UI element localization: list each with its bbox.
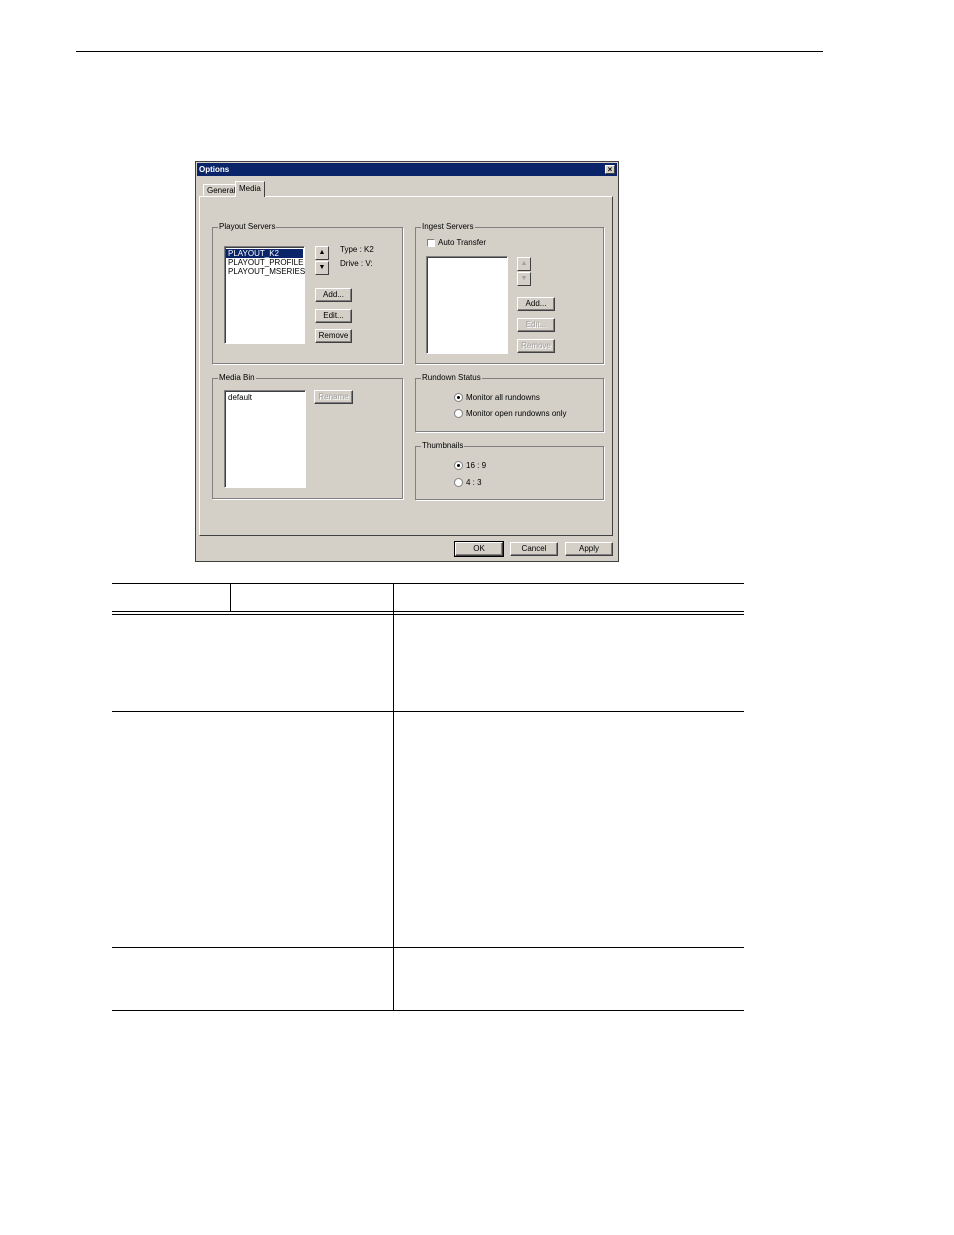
ingest-edit-button[interactable]: Edit...: [517, 318, 555, 332]
monitor-open-label: Monitor open rundowns only: [466, 409, 567, 418]
server-type-text: Type : K2: [340, 245, 374, 254]
move-down-icon[interactable]: ▼: [315, 261, 329, 275]
rename-button[interactable]: Rename: [314, 390, 353, 404]
auto-transfer-label: Auto Transfer: [438, 238, 487, 247]
table-header-rule: [112, 611, 744, 612]
tab-media[interactable]: Media: [235, 181, 265, 197]
aspect-16-9-label: 16 : 9: [466, 461, 487, 470]
thumbnails-legend: Thumbnails: [421, 441, 465, 451]
page-top-rule: [76, 51, 823, 52]
table-top-rule: [112, 583, 744, 584]
monitor-all-label: Monitor all rundowns: [466, 393, 540, 402]
server-drive-text: Drive : V:: [340, 259, 373, 268]
dialog-titlebar: Options ×: [197, 163, 617, 176]
playout-edit-button[interactable]: Edit...: [315, 309, 352, 323]
close-icon[interactable]: ×: [605, 165, 615, 174]
auto-transfer-checkbox[interactable]: [427, 239, 435, 247]
ingest-servers-legend: Ingest Servers: [421, 222, 475, 232]
tab-general[interactable]: General: [203, 184, 240, 196]
playout-servers-list[interactable]: PLAYOUT_K2 PLAYOUT_PROFILE PLAYOUT_MSERI…: [224, 246, 305, 344]
rundown-status-group: Rundown Status Monitor all rundowns Moni…: [415, 373, 604, 432]
ingest-add-button[interactable]: Add...: [517, 297, 555, 311]
dialog-title: Options: [199, 165, 230, 174]
monitor-open-radio[interactable]: [454, 409, 463, 418]
apply-button[interactable]: Apply: [565, 542, 613, 556]
table-header-rule: [112, 614, 744, 615]
table-row-rule: [112, 947, 744, 948]
options-dialog: Options × General Media Playout Servers …: [195, 161, 619, 562]
move-up-icon[interactable]: ▲: [517, 257, 531, 271]
list-item[interactable]: default: [226, 393, 304, 402]
ingest-remove-button[interactable]: Remove: [517, 339, 555, 353]
aspect-4-3-label: 4 : 3: [466, 478, 482, 487]
media-bin-legend: Media Bin: [218, 373, 256, 383]
cancel-button[interactable]: Cancel: [510, 542, 558, 556]
move-down-icon[interactable]: ▼: [517, 272, 531, 286]
thumbnails-group: Thumbnails 16 : 9 4 : 3: [415, 441, 604, 500]
media-bin-list[interactable]: default: [224, 390, 306, 488]
list-item[interactable]: PLAYOUT_PROFILE: [226, 258, 303, 267]
playout-remove-button[interactable]: Remove: [315, 329, 352, 343]
table-row-rule: [112, 711, 744, 712]
playout-add-button[interactable]: Add...: [315, 288, 352, 302]
media-bin-group: Media Bin default Rename: [212, 373, 403, 499]
list-item[interactable]: PLAYOUT_K2: [226, 249, 303, 258]
monitor-all-radio[interactable]: [454, 393, 463, 402]
table-column-divider: [230, 583, 231, 612]
ingest-servers-list[interactable]: [426, 256, 508, 354]
media-tab-panel: Playout Servers PLAYOUT_K2 PLAYOUT_PROFI…: [199, 196, 613, 536]
settings-table: [112, 583, 744, 1011]
playout-servers-legend: Playout Servers: [218, 222, 277, 232]
aspect-4-3-radio[interactable]: [454, 478, 463, 487]
ok-button[interactable]: OK: [454, 541, 504, 557]
list-item[interactable]: PLAYOUT_MSERIES: [226, 267, 305, 276]
rundown-status-legend: Rundown Status: [421, 373, 482, 383]
playout-servers-group: Playout Servers PLAYOUT_K2 PLAYOUT_PROFI…: [212, 222, 403, 364]
table-bottom-rule: [112, 1010, 744, 1011]
move-up-icon[interactable]: ▲: [315, 246, 329, 260]
ingest-servers-group: Ingest Servers Auto Transfer ▲ ▼ Add... …: [415, 222, 604, 364]
aspect-16-9-radio[interactable]: [454, 461, 463, 470]
